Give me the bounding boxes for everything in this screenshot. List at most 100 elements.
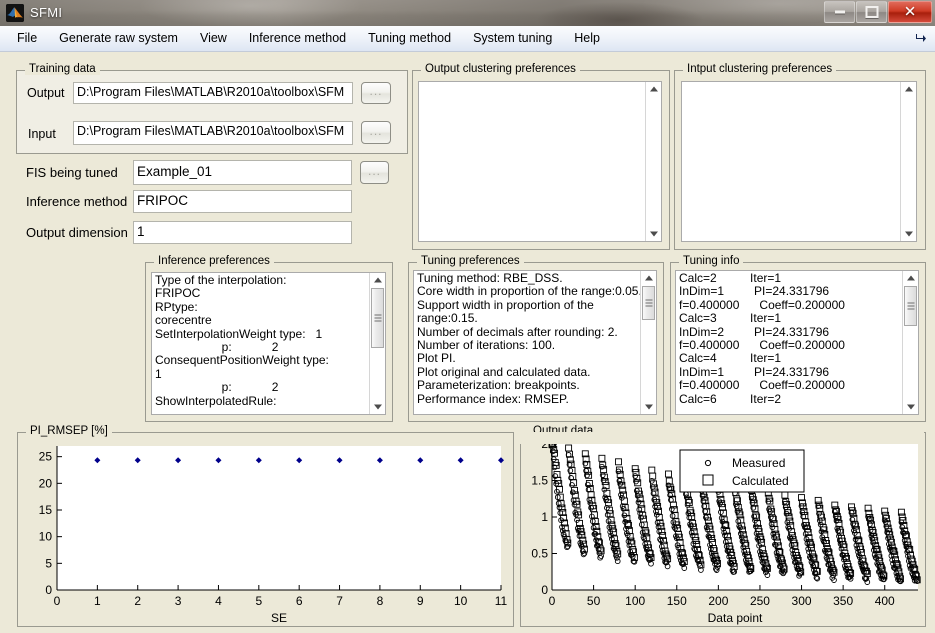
list-item[interactable]: ShowInterpolatedRule: — [155, 394, 370, 408]
window-title-bar: SFMI ✕ — [0, 0, 935, 26]
menu-help[interactable]: Help — [563, 26, 611, 51]
list-item[interactable]: Support width in proportion of the — [417, 298, 641, 312]
scroll-up-icon[interactable] — [370, 273, 385, 287]
list-item[interactable]: Calc=2 Iter=1 — [679, 271, 903, 285]
list-item[interactable]: FRIPOC — [155, 286, 370, 300]
y-axis-tick-label: 20 — [39, 476, 53, 490]
tuning-info-list-body: Calc=2 Iter=1 InDim=1 PI=24.331796 f=0.400… — [676, 271, 903, 414]
scroll-down-icon[interactable] — [903, 400, 918, 414]
list-item[interactable]: Number of decimals after rounding: 2. — [417, 325, 641, 339]
scroll-down-icon[interactable] — [646, 227, 661, 241]
x-axis-tick-label: 1 — [94, 594, 101, 608]
list-item[interactable]: f=0.400000 Coeff=0.200000 — [679, 298, 903, 312]
tuning-preferences-caption: Tuning preferences — [417, 255, 524, 267]
scroll-up-icon[interactable] — [901, 82, 916, 96]
tuning-info-listbox[interactable]: Calc=2 Iter=1 InDim=1 PI=24.331796 f=0.400… — [675, 270, 919, 415]
input-path-browse-button[interactable]: ... — [361, 121, 391, 144]
list-item[interactable]: Core width in proportion of the range:0.… — [417, 284, 641, 298]
list-item[interactable]: InDim=1 PI=24.331796 — [679, 365, 903, 379]
output-clustering-list-body — [419, 82, 646, 241]
list-item[interactable]: Plot original and calculated data. — [417, 365, 641, 379]
x-axis-tick-label: 6 — [296, 594, 303, 608]
output-path-input[interactable]: D:\Program Files\MATLAB\R2010a\toolbox\S… — [73, 82, 353, 104]
output-path-browse-button[interactable]: ... — [361, 82, 391, 104]
input-clustering-caption: Intput clustering preferences — [683, 63, 837, 75]
list-item[interactable]: range:0.15. — [417, 311, 641, 325]
y-axis-tick-label: 15 — [39, 503, 53, 517]
scroll-thumb-grip-icon — [907, 301, 914, 312]
list-item[interactable]: 1 — [155, 367, 370, 381]
x-axis-tick-label: 150 — [667, 594, 687, 608]
x-axis-label: Data point — [708, 611, 763, 625]
list-item[interactable]: f=0.400000 Coeff=0.200000 — [679, 378, 903, 392]
pi-rmsep-plot-area: 0 5 10 15 20 25 0 1 2 3 4 5 6 7 8 9 10 11 SE — [39, 446, 508, 625]
input-clustering-listbox[interactable] — [681, 81, 917, 242]
list-item[interactable]: Type of the interpolation: — [155, 273, 370, 287]
output-dimension-input[interactable]: 1 — [133, 221, 352, 244]
list-item[interactable]: Calc=6 Iter=2 — [679, 392, 903, 406]
scroll-thumb[interactable] — [642, 286, 655, 320]
window-title: SFMI — [30, 5, 63, 20]
list-item[interactable]: InDim=1 PI=24.331796 — [679, 284, 903, 298]
scroll-up-icon[interactable] — [903, 271, 918, 285]
scroll-down-icon[interactable] — [370, 400, 385, 414]
menu-overflow-arrow-icon[interactable] — [913, 31, 927, 45]
scroll-down-icon[interactable] — [641, 400, 656, 414]
list-item[interactable]: corecentre — [155, 313, 370, 327]
list-item[interactable]: Parameterization: breakpoints. — [417, 378, 641, 392]
maximize-icon — [865, 6, 878, 18]
x-axis-tick-label: 250 — [750, 594, 770, 608]
output-dimension-label: Output dimension — [26, 225, 128, 240]
tuning-info-scrollbar[interactable] — [902, 271, 918, 414]
close-button[interactable]: ✕ — [888, 1, 932, 23]
list-item[interactable]: RPtype: — [155, 300, 370, 314]
inference-preferences-caption: Inference preferences — [154, 255, 274, 267]
menu-system-tuning[interactable]: System tuning — [462, 26, 563, 51]
menu-tuning-method[interactable]: Tuning method — [357, 26, 462, 51]
tuning-preferences-listbox[interactable]: Tuning method: RBE_DSS. Core width in pro… — [413, 270, 657, 415]
menu-file[interactable]: File — [6, 26, 48, 51]
list-item[interactable]: p: 2 — [155, 380, 370, 394]
inference-method-input[interactable]: FRIPOC — [133, 190, 352, 213]
list-item[interactable]: ConsequentPositionWeight type: — [155, 354, 370, 368]
tuning-preferences-list-body: Tuning method: RBE_DSS. Core width in pro… — [414, 271, 641, 414]
tuning-preferences-scrollbar[interactable] — [640, 271, 656, 414]
scroll-up-icon[interactable] — [646, 82, 661, 96]
fis-being-tuned-browse-button[interactable]: ... — [360, 161, 389, 184]
y-axis-tick-label: 25 — [39, 450, 53, 464]
menu-bar: File Generate raw system View Inference … — [0, 26, 935, 52]
list-item[interactable]: Calc=3 Iter=1 — [679, 311, 903, 325]
minimize-button[interactable] — [824, 1, 855, 23]
output-path-label: Output — [27, 86, 65, 100]
inference-preferences-listbox[interactable]: Type of the interpolation: FRIPOC RPtype: c… — [151, 272, 386, 415]
output-data-plot-area: 00.511.52050100150200250300350400Measure… — [520, 432, 924, 625]
list-item[interactable]: Performance index: RMSEP. — [417, 392, 641, 406]
output-clustering-scrollbar[interactable] — [645, 82, 661, 241]
close-icon: ✕ — [903, 3, 917, 21]
list-item[interactable]: Plot PI. — [417, 352, 641, 366]
list-item[interactable]: p: 2 — [155, 340, 370, 354]
input-path-input[interactable]: D:\Program Files\MATLAB\R2010a\toolbox\S… — [73, 121, 353, 145]
scroll-thumb[interactable] — [904, 286, 917, 326]
menu-generate-raw-system[interactable]: Generate raw system — [48, 26, 189, 51]
x-axis-tick-label: 11 — [495, 594, 508, 608]
input-clustering-scrollbar[interactable] — [900, 82, 916, 241]
scroll-up-icon[interactable] — [641, 271, 656, 285]
list-item[interactable]: Tuning method: RBE_DSS. — [417, 271, 641, 285]
scroll-thumb[interactable] — [371, 288, 384, 348]
scroll-down-icon[interactable] — [901, 227, 916, 241]
inference-preferences-scrollbar[interactable] — [369, 273, 385, 414]
fis-being-tuned-input[interactable]: Example_01 — [133, 160, 352, 185]
menu-inference-method[interactable]: Inference method — [238, 26, 357, 51]
y-axis-tick-label: 0 — [45, 583, 52, 597]
list-item[interactable]: Calc=4 Iter=1 — [679, 352, 903, 366]
list-item[interactable]: InDim=2 PI=24.331796 — [679, 325, 903, 339]
list-item[interactable]: SetInterpolationWeight type: 1 — [155, 327, 370, 341]
output-clustering-listbox[interactable] — [418, 81, 662, 242]
scroll-thumb-grip-icon — [645, 298, 652, 309]
menu-view[interactable]: View — [189, 26, 238, 51]
list-item[interactable]: Number of iterations: 100. — [417, 338, 641, 352]
list-item[interactable]: f=0.400000 Coeff=0.200000 — [679, 338, 903, 352]
minimize-icon — [834, 10, 845, 14]
maximize-button[interactable] — [856, 1, 887, 23]
